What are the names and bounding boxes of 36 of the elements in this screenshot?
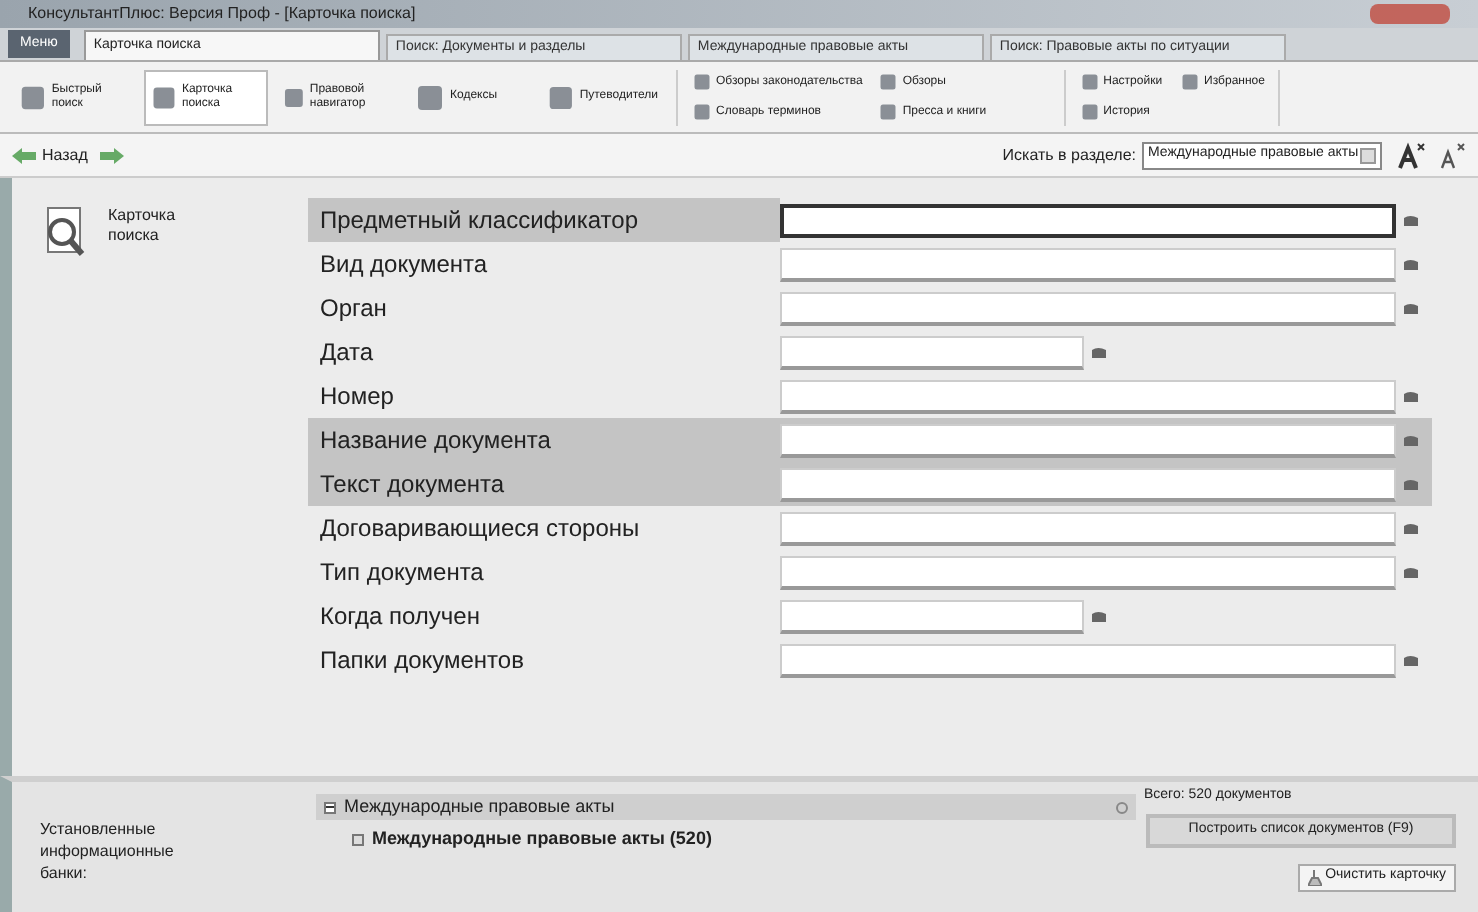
field-label: Тип документа [318,556,486,590]
field-label: Предметный классификатор [308,198,780,242]
field-label: Номер [318,380,396,414]
bank-group-header[interactable]: Международные правовые акты [316,794,1136,820]
field-label: Орган [318,292,389,326]
toolbar-icon [878,102,899,122]
field-label: Название документа [318,424,553,458]
forward-arrow-icon[interactable] [99,147,124,163]
font-increase-icon[interactable] [1398,141,1426,169]
toolbar-icon [1079,72,1100,92]
close-icon[interactable] [1116,801,1128,813]
field-label: Текст документа [318,468,507,502]
search-in-label: Искать в разделе: [1002,143,1136,167]
input-field[interactable] [780,203,1396,237]
collapse-icon[interactable] [324,801,336,813]
toolbar-icon [18,81,48,113]
window-title: КонсультантПлюс: Версия Проф - [Карточка поиска] [28,6,416,22]
toolbar-icon [546,81,576,113]
bank-item[interactable]: Международные правовые акты (520) [372,826,712,853]
checkbox[interactable] [352,833,364,846]
broom-icon [1307,869,1322,885]
field-label: Договаривающиеся стороны [318,512,642,546]
banks-label: Установленные информационные банки: [40,818,176,884]
back-arrow-icon[interactable] [12,147,36,163]
toolbar-icon [878,72,899,92]
card-title: Карточка поиска [108,206,178,246]
bank-group-label: Международные правовые акты [344,793,617,820]
toolbar-icon [1079,102,1100,122]
field-label: Когда получен [318,600,482,634]
font-decrease-icon[interactable] [1438,141,1466,169]
toolbar-icon [1180,72,1201,92]
toolbar-icon [414,81,446,113]
field-label: Папки документов [318,644,526,678]
field-label: Дата [318,336,376,370]
field-label: Вид документа [318,248,490,282]
back-link[interactable]: Назад [42,143,88,167]
